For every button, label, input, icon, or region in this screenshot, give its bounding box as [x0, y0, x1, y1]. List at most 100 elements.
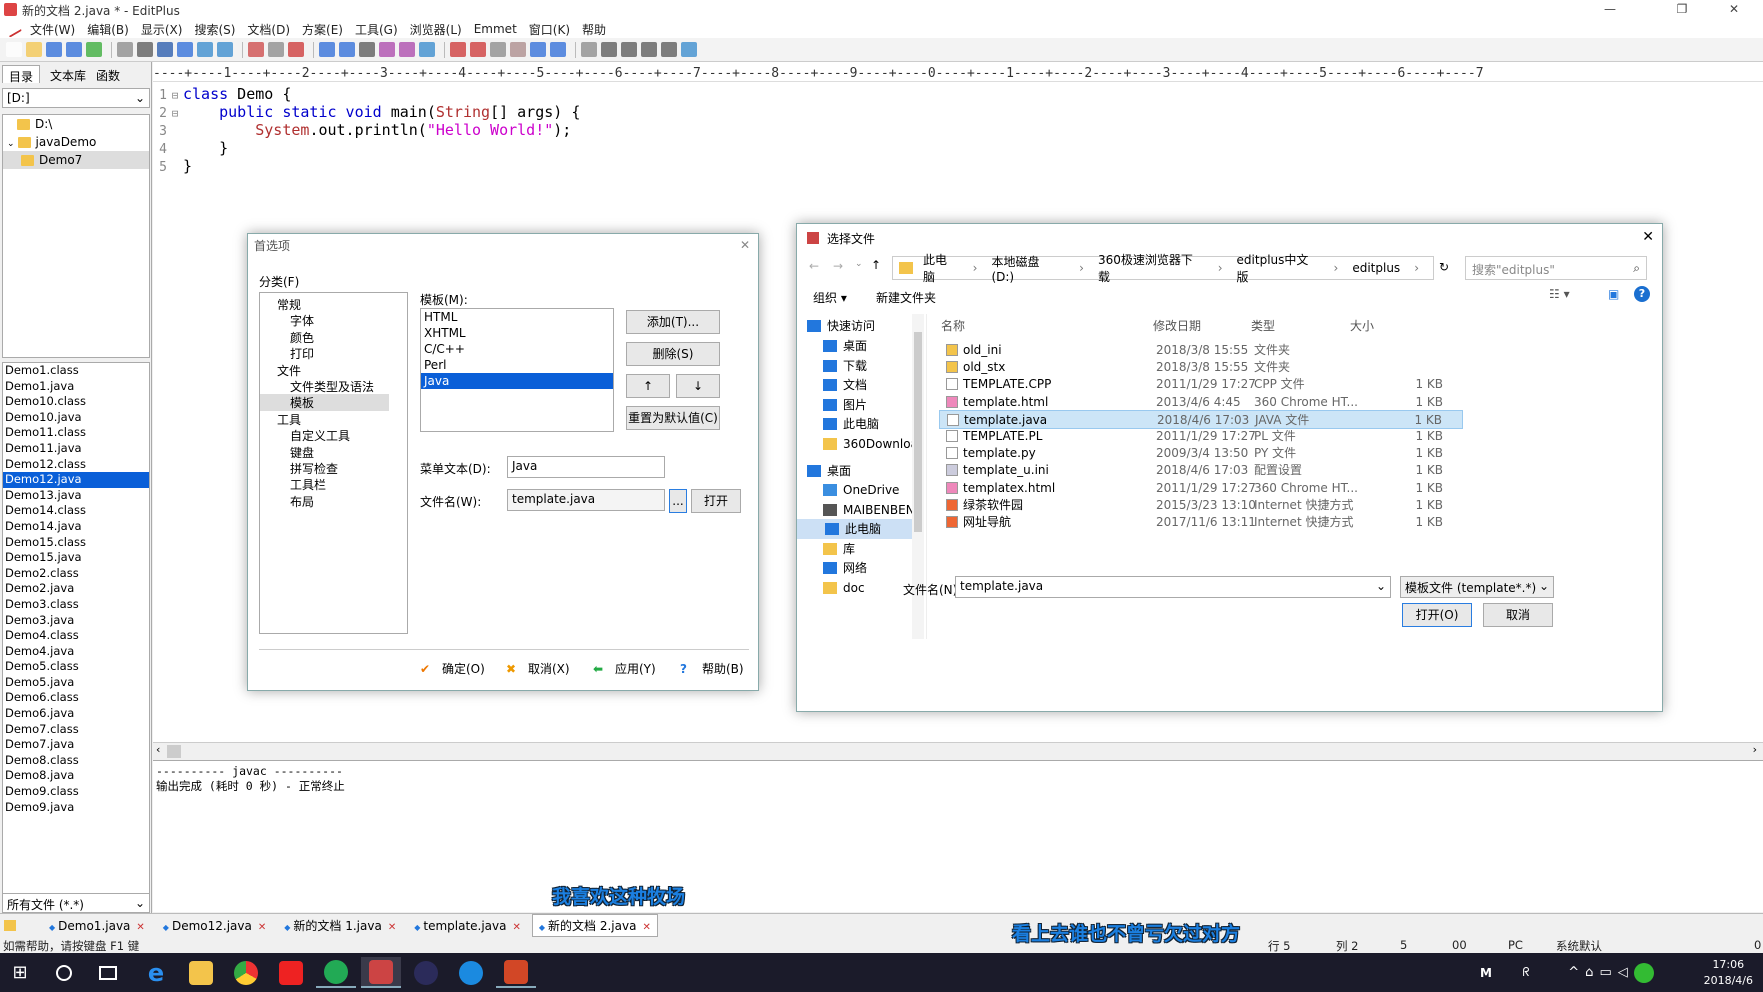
- toolbar-icon[interactable]: [197, 42, 213, 57]
- close-icon[interactable]: ✕: [388, 922, 396, 933]
- toolbar-icon[interactable]: [470, 42, 486, 57]
- category-item[interactable]: 键盘: [290, 444, 314, 461]
- file-list-item[interactable]: Demo11.java: [3, 441, 149, 457]
- file-row[interactable]: TEMPLATE.PL 2011/1/29 17:27 PL 文件 1 KB: [939, 427, 1463, 446]
- menu-text-input[interactable]: Java: [507, 456, 665, 478]
- file-list-item[interactable]: Demo15.java: [3, 550, 149, 566]
- category-item[interactable]: 拼写检查: [290, 460, 338, 477]
- taskbar-youdao[interactable]: [271, 957, 311, 988]
- file-row[interactable]: template.java 2018/4/6 17:03 JAVA 文件 1 KB: [939, 409, 1463, 429]
- doc-tab[interactable]: ◆ Demo1.java ✕: [42, 916, 152, 936]
- up-icon[interactable]: ↑: [871, 258, 881, 272]
- fold-marker[interactable]: ⊟: [167, 89, 183, 102]
- col-type[interactable]: 类型: [1251, 314, 1275, 338]
- delete-button[interactable]: 删除(S): [626, 342, 720, 366]
- nav-item[interactable]: 快速访问: [807, 316, 917, 336]
- minimize-button[interactable]: —: [1593, 0, 1627, 20]
- ok-button[interactable]: ✔ 确定(O): [420, 660, 485, 677]
- file-row[interactable]: 绿茶软件园 2015/3/23 13:10 Internet 快捷方式 1 KB: [939, 496, 1463, 515]
- file-list-item[interactable]: Demo7.java: [3, 737, 149, 753]
- browse-button[interactable]: ...: [669, 489, 687, 513]
- taskbar-editplus[interactable]: [361, 957, 401, 988]
- file-list-item[interactable]: Demo7.class: [3, 722, 149, 738]
- col-name[interactable]: 名称: [941, 314, 965, 338]
- category-item[interactable]: 工具: [277, 411, 301, 428]
- menu-item[interactable]: 方案(E): [296, 21, 349, 38]
- menu-item[interactable]: 工具(G): [349, 21, 404, 38]
- toolbar-icon[interactable]: [550, 42, 566, 57]
- preview-pane-icon[interactable]: ▣: [1608, 287, 1619, 301]
- toolbar-icon[interactable]: [530, 42, 546, 57]
- cancel-button[interactable]: ✖ 取消(X): [506, 660, 570, 677]
- cancel-button[interactable]: 取消: [1483, 603, 1553, 627]
- file-row[interactable]: TEMPLATE.CPP 2011/1/29 17:27 CPP 文件 1 KB: [939, 375, 1463, 394]
- toolbar-icon[interactable]: [66, 42, 82, 57]
- toolbar-icon[interactable]: [117, 42, 133, 57]
- menu-item[interactable]: 帮助: [576, 21, 612, 38]
- file-list-item[interactable]: Demo4.java: [3, 644, 149, 660]
- file-list-item[interactable]: Demo8.class: [3, 753, 149, 769]
- tree-node-demo7[interactable]: Demo7: [3, 151, 149, 169]
- toolbar-icon[interactable]: [288, 42, 304, 57]
- toolbar-icon[interactable]: [681, 42, 697, 57]
- back-icon[interactable]: ←: [809, 259, 819, 273]
- file-list-item[interactable]: Demo12.class: [3, 457, 149, 473]
- tab-cliptext[interactable]: 文本库: [44, 65, 92, 83]
- filetype-select[interactable]: 模板文件 (template*.*) ⌄: [1400, 576, 1554, 598]
- toolbar-icon[interactable]: [641, 42, 657, 57]
- toolbar-icon[interactable]: [217, 42, 233, 57]
- category-item[interactable]: 文件: [277, 362, 301, 379]
- category-item[interactable]: 模板: [260, 394, 389, 412]
- taskbar-chrome[interactable]: [226, 957, 266, 988]
- clock[interactable]: 17:06 2018/4/6: [1704, 957, 1753, 989]
- toolbar-icon[interactable]: [268, 42, 284, 57]
- recent-dropdown-icon[interactable]: ⌄: [855, 259, 863, 269]
- tray-m[interactable]: M: [1466, 957, 1506, 988]
- doc-tab[interactable]: ◆ 新的文档 1.java ✕: [277, 914, 403, 937]
- nav-item[interactable]: 此电脑: [797, 519, 921, 539]
- help-button[interactable]: ? 帮助(B): [680, 660, 744, 677]
- toolbar-icon[interactable]: [26, 42, 42, 57]
- nav-scroll-thumb[interactable]: [914, 332, 922, 532]
- toolbar-icon[interactable]: [359, 42, 375, 57]
- doc-tab[interactable]: ◆ 新的文档 2.java ✕: [531, 914, 658, 937]
- tab-directory[interactable]: 目录: [2, 65, 41, 84]
- file-list-item[interactable]: Demo11.class: [3, 425, 149, 441]
- taskbar-edge[interactable]: e: [136, 957, 176, 988]
- scroll-thumb[interactable]: [167, 745, 181, 758]
- file-list-item[interactable]: Demo3.class: [3, 597, 149, 613]
- file-filter-select[interactable]: 所有文件 (*.*) ⌄: [2, 893, 150, 913]
- file-list-item[interactable]: Demo6.java: [3, 706, 149, 722]
- file-list-item[interactable]: Demo8.java: [3, 768, 149, 784]
- menu-item[interactable]: 窗口(K): [523, 21, 576, 38]
- file-row[interactable]: old_ini 2018/3/8 15:55 文件夹: [939, 341, 1463, 360]
- toolbar-icon[interactable]: [399, 42, 415, 57]
- file-list-item[interactable]: Demo1.java: [3, 379, 149, 395]
- category-item[interactable]: 自定义工具: [290, 427, 350, 444]
- file-list-item[interactable]: Demo5.class: [3, 659, 149, 675]
- breadcrumb-item[interactable]: 此电脑: [923, 251, 959, 285]
- file-row[interactable]: template.py 2009/3/4 13:50 PY 文件 1 KB: [939, 444, 1463, 463]
- move-down-button[interactable]: ↓: [676, 374, 720, 398]
- move-up-button[interactable]: ↑: [626, 374, 670, 398]
- nav-item[interactable]: 桌面: [807, 461, 917, 481]
- taskbar-explorer[interactable]: [181, 957, 221, 988]
- close-icon[interactable]: ✕: [1642, 229, 1654, 245]
- template-item[interactable]: HTML: [421, 309, 613, 325]
- file-list-item[interactable]: Demo6.class: [3, 690, 149, 706]
- address-bar[interactable]: 此电脑 › 本地磁盘 (D:) › 360极速浏览器下载 › editplus中文版 › edi…: [892, 253, 1434, 284]
- col-date[interactable]: 修改日期: [1153, 314, 1201, 338]
- file-list-item[interactable]: Demo13.java: [3, 488, 149, 504]
- toolbar-icon[interactable]: [581, 42, 597, 57]
- taskbar-powerpoint[interactable]: [496, 957, 536, 988]
- file-list-item[interactable]: Demo3.java: [3, 613, 149, 629]
- apply-button[interactable]: ⬅ 应用(Y): [593, 660, 656, 677]
- doc-tab[interactable]: ◆ Demo12.java ✕: [156, 916, 273, 936]
- organize-button[interactable]: 组织 ▾: [813, 289, 847, 306]
- template-item[interactable]: XHTML: [421, 325, 613, 341]
- taskview-button[interactable]: [88, 957, 128, 988]
- template-item[interactable]: C/C++: [421, 341, 613, 357]
- menu-item[interactable]: 浏览器(L): [404, 21, 468, 38]
- file-list-item[interactable]: Demo9.java: [3, 800, 149, 816]
- scroll-left-icon[interactable]: ‹: [156, 743, 160, 756]
